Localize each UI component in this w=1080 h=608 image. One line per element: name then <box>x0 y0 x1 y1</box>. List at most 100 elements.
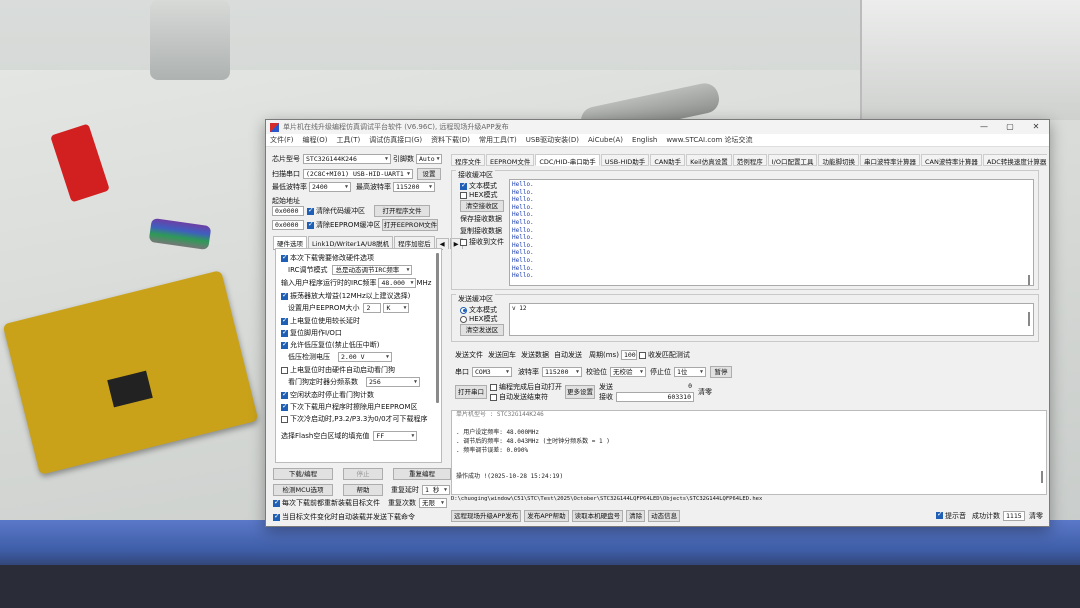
parity-select[interactable]: 无校验 ▼ <box>610 367 646 377</box>
output-log[interactable]: 单片机型号 : STC32G144K246 . 用户设定频率: 48.000MH… <box>451 410 1047 495</box>
eeprom-erase-checkbox[interactable] <box>281 402 288 411</box>
menu-tools[interactable]: 工具(T) <box>336 135 360 145</box>
menu-file[interactable]: 文件(F) <box>270 135 294 145</box>
zero-count-button[interactable]: 清零 <box>1029 511 1043 521</box>
auto-open-checkbox[interactable] <box>490 383 497 391</box>
pause-button[interactable]: 暂停 <box>710 366 732 378</box>
menu-forum[interactable]: www.STCAI.com 论坛交流 <box>666 135 752 145</box>
send-hex-radio[interactable] <box>460 315 467 323</box>
freq-select[interactable]: 48.000 ▼ <box>378 278 417 288</box>
port-select[interactable]: (2C8C+MI01) USB-HID-UART1 ▼ <box>303 169 413 179</box>
recv-hex-checkbox[interactable] <box>460 191 467 199</box>
send-file-button[interactable]: 发送文件 <box>455 350 483 360</box>
reset-io-checkbox[interactable] <box>281 328 288 337</box>
tab-serial-assistant[interactable]: CDC/HID-串口助手 <box>535 154 600 166</box>
options-scrollbar[interactable] <box>436 253 439 403</box>
tab-pin-switch[interactable]: 功能脚切换 <box>818 154 859 166</box>
baud-select[interactable]: 115200 ▼ <box>542 367 582 377</box>
open-port-button[interactable]: 打开串口 <box>455 385 487 399</box>
tab-baud-calc[interactable]: 串口波特率计算器 <box>859 154 920 166</box>
lvd-select[interactable]: 2.00 V ▼ <box>338 352 392 362</box>
wdt-prescale-select[interactable]: 256 ▼ <box>366 377 420 387</box>
send-enter-button[interactable]: 发送回车 <box>488 350 516 360</box>
log-scrollbar[interactable] <box>1041 471 1043 483</box>
tip-sound-checkbox[interactable] <box>936 510 943 519</box>
read-disk-button[interactable]: 读取本机硬盘号 <box>571 509 624 522</box>
save-receive-button[interactable]: 保存接收数据 <box>460 214 502 224</box>
menu-common-tools[interactable]: 常用工具(T) <box>479 135 517 145</box>
release-help-button[interactable]: 发布APP帮助 <box>524 509 569 522</box>
auto-download-checkbox[interactable] <box>273 512 280 521</box>
tab-adc-calc[interactable]: ADC转换速度计算器 <box>982 154 1047 166</box>
apply-next-checkbox[interactable] <box>281 253 288 262</box>
recv-file-checkbox[interactable] <box>460 238 467 246</box>
download-button[interactable]: 下载/编程 <box>273 468 333 480</box>
period-input[interactable]: 100 <box>620 350 637 360</box>
send-text-radio[interactable] <box>460 306 467 314</box>
auto-send-button[interactable]: 自动发送 <box>554 350 582 360</box>
serial-port-select[interactable]: COM3 ▼ <box>472 367 512 377</box>
idle-wdt-checkbox[interactable] <box>281 390 288 399</box>
pins-select[interactable]: Auto ▼ <box>416 154 442 164</box>
recv-match-checkbox[interactable] <box>638 351 646 359</box>
addr2-input[interactable]: 0x0000 <box>272 220 304 230</box>
clear-count-button[interactable]: 清零 <box>698 387 712 397</box>
clear-button[interactable]: 清除 <box>626 509 646 522</box>
amp-checkbox[interactable] <box>281 291 288 300</box>
wdt-start-checkbox[interactable] <box>281 366 288 374</box>
reload-each-checkbox[interactable] <box>273 498 280 507</box>
send-data-button[interactable]: 发送数据 <box>521 350 549 360</box>
recv-text-checkbox[interactable] <box>460 181 467 190</box>
p32p33-checkbox[interactable] <box>281 415 288 423</box>
tab-program-file[interactable]: 程序文件 <box>451 154 485 166</box>
settings-button[interactable]: 设置 <box>417 168 441 180</box>
chip-select[interactable]: STC32G144K246 ▼ <box>303 154 391 164</box>
irc-select[interactable]: 总是动态调节IRC频率 ▼ <box>332 265 413 275</box>
more-settings-button[interactable]: 更多设置 <box>565 385 595 399</box>
tab-eeprom-file[interactable]: EEPROM文件 <box>486 154 535 166</box>
open-program-button[interactable]: 打开程序文件 <box>374 205 430 217</box>
menu-english[interactable]: English <box>632 136 657 144</box>
menu-download[interactable]: 资料下载(D) <box>431 135 470 145</box>
eeprom-size-select[interactable]: 2 <box>363 303 382 313</box>
tab-io-config[interactable]: I/O口配置工具 <box>767 154 818 166</box>
tab-can-baud-calc[interactable]: CAN波特率计算器 <box>920 154 982 166</box>
dynamic-info-button[interactable]: 动态信息 <box>648 509 681 522</box>
tab-can[interactable]: CAN助手 <box>650 154 686 166</box>
maximize-button[interactable]: ▢ <box>997 120 1023 134</box>
clear-send-button[interactable]: 清空发送区 <box>460 324 504 336</box>
menu-usb-driver[interactable]: USB驱动安装(D) <box>526 135 579 145</box>
repeat-count-select[interactable]: 无限 ▼ <box>419 498 447 508</box>
clear-receive-button[interactable]: 清空接收区 <box>460 200 504 212</box>
tab-keil[interactable]: Keil仿真设置 <box>686 154 732 166</box>
help-button[interactable]: 帮助 <box>343 484 383 496</box>
reprogram-button[interactable]: 重复编程 <box>393 468 451 480</box>
remote-upgrade-button[interactable]: 远程现场升级APP发布 <box>451 509 522 522</box>
por-delay-checkbox[interactable] <box>281 316 288 325</box>
clear-code-checkbox[interactable] <box>307 206 314 215</box>
send-scrollbar[interactable] <box>1028 312 1030 326</box>
receive-scrollbar[interactable] <box>1028 275 1030 285</box>
tab-usb-hid[interactable]: USB-HID助手 <box>600 154 650 166</box>
repeat-delay-select[interactable]: 1 秒 ▼ <box>422 485 450 495</box>
addr1-input[interactable]: 0x0000 <box>272 206 304 216</box>
min-baud-select[interactable]: 2400 ▼ <box>309 182 351 192</box>
stop-bits-select[interactable]: 1位 ▼ <box>674 367 706 377</box>
minimize-button[interactable]: — <box>971 120 997 134</box>
send-text-area[interactable]: v 12 <box>509 303 1034 336</box>
eeprom-unit-select[interactable]: K ▼ <box>383 303 410 313</box>
max-baud-select[interactable]: 115200 ▼ <box>393 182 435 192</box>
stop-button[interactable]: 停止 <box>343 468 383 480</box>
receive-text-area[interactable]: Hello. Hello. Hello. Hello. Hello. Hello… <box>509 179 1034 286</box>
fill-select[interactable]: FF ▼ <box>373 431 418 441</box>
clear-eeprom-checkbox[interactable] <box>307 220 314 229</box>
auto-close-checkbox[interactable] <box>490 393 497 401</box>
close-button[interactable]: ✕ <box>1023 120 1049 134</box>
menu-program[interactable]: 编程(O) <box>303 135 328 145</box>
check-mcu-button[interactable]: 检测MCU选项 <box>273 484 333 496</box>
lvd-reset-checkbox[interactable] <box>281 340 288 349</box>
menu-debug[interactable]: 调试仿真接口(G) <box>369 135 422 145</box>
tab-examples[interactable]: 范例程序 <box>732 154 767 166</box>
menu-aicube[interactable]: AiCube(A) <box>588 136 623 144</box>
open-eeprom-button[interactable]: 打开EEPROM文件 <box>382 219 439 231</box>
